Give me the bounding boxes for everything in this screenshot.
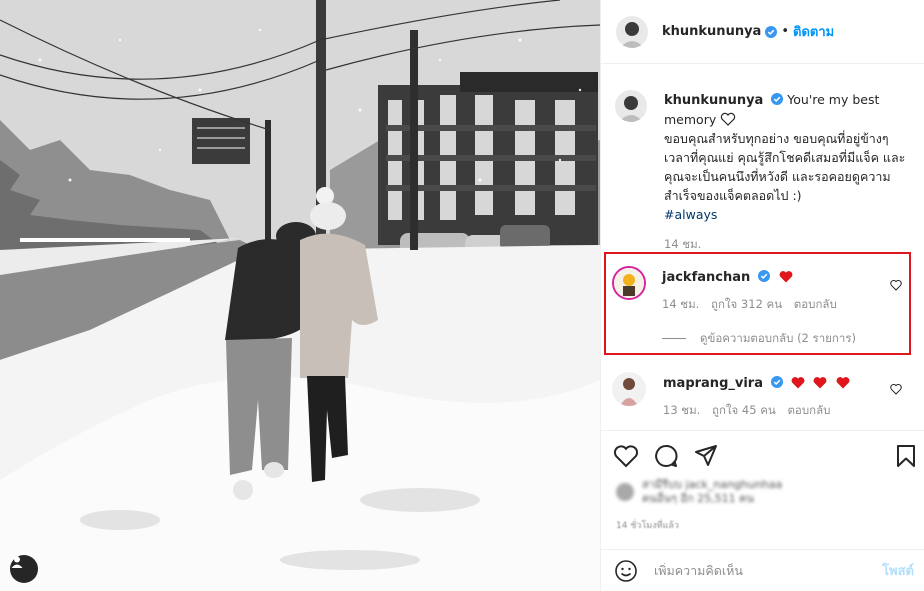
comment-bubble-icon[interactable] [653,443,679,469]
red-heart-emoji [836,377,849,389]
caption-time: 14 ชม. [664,237,702,251]
profile-photo [614,268,644,298]
reply-button[interactable]: ตอบกลับ [794,297,837,311]
comment-time: 14 ชม. [662,297,700,311]
liked-by-text: สามีรีบบ jack_nanghunhaa คนอื่นๆ อีก 25,… [642,478,782,506]
follow-button[interactable]: ติดตาม [793,21,834,42]
user-tag-button[interactable] [10,555,38,583]
bookmark-icon[interactable] [893,443,919,469]
comment-input[interactable] [654,563,854,578]
comment-like-icon[interactable] [890,279,902,291]
separator-dot: • [781,24,789,39]
heart-outline-icon[interactable] [613,443,639,469]
liked-by-line1: สามีรีบบ jack_nanghunhaa [642,478,783,491]
comment-likes[interactable]: ถูกใจ 312 คน [711,297,782,311]
comment-username[interactable]: maprang_vira [663,376,763,391]
heart-outline-icon [721,112,736,126]
smiley-icon[interactable] [614,559,638,583]
comment-like-icon[interactable] [890,383,902,395]
comment-username[interactable]: jackfanchan [662,270,750,285]
reply-button[interactable]: ตอบกลับ [787,403,830,417]
avatar [616,483,634,501]
add-comment-bar: โพสต์ [600,549,924,591]
post-comment-button[interactable]: โพสต์ [882,560,914,581]
person-icon [11,556,23,568]
avatar[interactable] [616,15,648,48]
comment-body: maprang_vira 13 ชม. ถูกใจ 45 คน ตอบกลับ [663,372,850,420]
post-actions [600,430,924,480]
red-heart-emoji [813,377,827,389]
comment-time: 13 ชม. [663,403,701,417]
red-heart-emoji [791,377,805,389]
post-time-ago: 14 ชั่วโมงที่แล้ว [616,521,679,531]
comment-body: jackfanchan 14 ชม. ถูกใจ 312 คน ตอบกลับ … [662,266,856,348]
caption-text: ขอบคุณสำหรับทุกอย่าง ขอบคุณที่อยู่ข้างๆเ… [664,131,906,203]
post-username[interactable]: khunkununya [662,24,761,39]
snow-street-scene [0,0,600,591]
comment-meta: 13 ชม. ถูกใจ 45 คน ตอบกลับ [663,402,850,420]
view-replies-button[interactable]: ดูข้อความตอบกลับ (2 รายการ) [662,330,856,348]
liked-by-line2: คนอื่นๆ อีก 25,511 คน [642,492,755,505]
caption-body: khunkununya You're my best memory ขอบคุณ… [664,90,914,254]
avatar[interactable] [612,266,646,300]
profile-photo [612,372,646,406]
comment-item: jackfanchan 14 ชม. ถูกใจ 312 คน ตอบกลับ … [612,266,912,348]
hashtag-link[interactable]: #always [664,207,717,222]
reply-divider [662,338,686,339]
caption-username[interactable]: khunkununya [664,93,763,108]
comment-likes[interactable]: ถูกใจ 45 คน [712,403,776,417]
verified-badge-icon [771,93,784,105]
post-header: khunkununya • ติดตาม [601,0,924,64]
comment-meta: 14 ชม. ถูกใจ 312 คน ตอบกลับ [662,296,856,314]
post-photo[interactable] [0,0,600,591]
verified-badge-icon [758,270,771,282]
comment-item: maprang_vira 13 ชม. ถูกใจ 45 คน ตอบกลับ [612,372,912,420]
paper-plane-icon[interactable] [693,443,719,469]
view-replies-label: ดูข้อความตอบกลับ (2 รายการ) [700,331,856,345]
liked-by-summary[interactable]: สามีรีบบ jack_nanghunhaa คนอื่นๆ อีก 25,… [616,478,782,506]
profile-photo [615,90,647,122]
red-heart-emoji [779,271,792,283]
avatar[interactable] [612,372,646,406]
verified-badge-icon [765,25,778,38]
verified-badge-icon [771,376,784,388]
caption: khunkununya You're my best memory ขอบคุณ… [615,90,915,254]
avatar[interactable] [615,90,647,122]
profile-photo [616,15,648,48]
